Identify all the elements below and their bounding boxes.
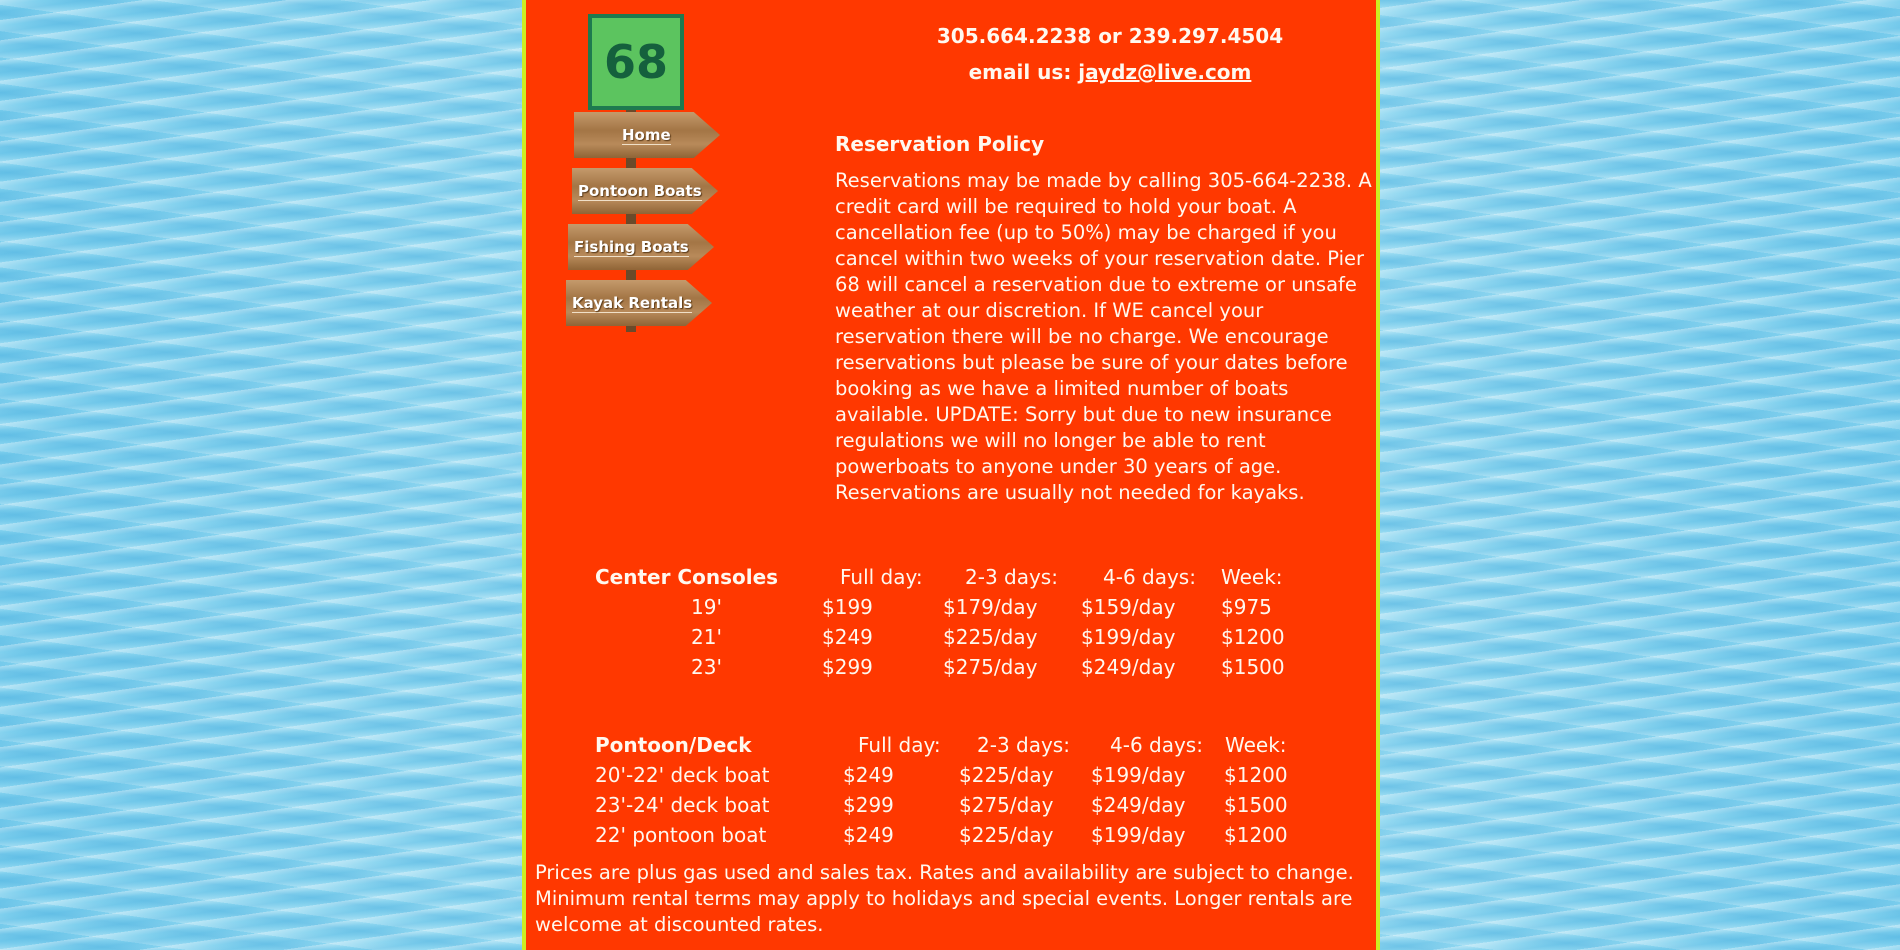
- nav-sign-pontoon-boats[interactable]: Pontoon Boats: [572, 168, 718, 214]
- column-header: 4-6 days:: [1110, 733, 1203, 757]
- table-cell: $299: [822, 655, 873, 679]
- table-title: Pontoon/Deck: [595, 733, 752, 757]
- table-row: 23'-24' deck boat $299 $275/day $249/day…: [595, 793, 1295, 823]
- column-header: Week:: [1221, 565, 1283, 589]
- table-cell: $159/day: [1081, 595, 1176, 619]
- column-header: Full day:: [858, 733, 941, 757]
- nav-sign-kayak-rentals[interactable]: Kayak Rentals: [566, 280, 712, 326]
- column-header: Full day:: [840, 565, 923, 589]
- table-cell: $275/day: [943, 655, 1038, 679]
- table-cell: $199/day: [1091, 763, 1186, 787]
- table-cell: $179/day: [943, 595, 1038, 619]
- column-header: 2-3 days:: [965, 565, 1058, 589]
- table-cell: 23'-24' deck boat: [595, 793, 770, 817]
- center-consoles-table: Center Consoles Full day: 2-3 days: 4-6 …: [595, 565, 1295, 685]
- column-header: 4-6 days:: [1103, 565, 1196, 589]
- table-row: 22' pontoon boat $249 $225/day $199/day …: [595, 823, 1295, 853]
- table-header-row: Center Consoles Full day: 2-3 days: 4-6 …: [595, 565, 1295, 595]
- email-prefix: email us:: [968, 60, 1072, 84]
- column-header: 2-3 days:: [977, 733, 1070, 757]
- table-cell: $199/day: [1081, 625, 1176, 649]
- table-cell: $975: [1221, 595, 1272, 619]
- table-cell: $299: [843, 793, 894, 817]
- table-cell: $1500: [1224, 793, 1288, 817]
- nav-label-kayak-rentals: Kayak Rentals: [572, 293, 693, 313]
- table-cell: $1200: [1224, 763, 1288, 787]
- table-cell: 20'-22' deck boat: [595, 763, 770, 787]
- table-cell: $225/day: [959, 763, 1054, 787]
- table-cell: $225/day: [943, 625, 1038, 649]
- table-cell: $1500: [1221, 655, 1285, 679]
- table-cell: $275/day: [959, 793, 1054, 817]
- table-cell: $249/day: [1091, 793, 1186, 817]
- table-row: 23' $299 $275/day $249/day $1500: [595, 655, 1295, 685]
- reservation-policy-title: Reservation Policy: [835, 132, 1045, 156]
- table-cell: $1200: [1221, 625, 1285, 649]
- table-cell: 21': [691, 625, 722, 649]
- table-cell: $249: [843, 763, 894, 787]
- table-cell: $199: [822, 595, 873, 619]
- column-header: Week:: [1225, 733, 1287, 757]
- table-cell: 23': [691, 655, 722, 679]
- phone-numbers: 305.664.2238 or 239.297.4504: [936, 24, 1284, 48]
- reservation-policy-text: Reservations may be made by calling 305-…: [835, 169, 1372, 504]
- table-cell: $225/day: [959, 823, 1054, 847]
- nav-label-home: Home: [622, 125, 671, 145]
- table-cell: 22' pontoon boat: [595, 823, 767, 847]
- nav-label-fishing-boats: Fishing Boats: [574, 237, 689, 257]
- table-row: 20'-22' deck boat $249 $225/day $199/day…: [595, 763, 1295, 793]
- email-line: email us: jaydz@live.com: [860, 60, 1360, 84]
- nav-label-pontoon-boats: Pontoon Boats: [578, 181, 702, 201]
- table-header-row: Pontoon/Deck Full day: 2-3 days: 4-6 day…: [595, 733, 1295, 763]
- pier-68-logo[interactable]: 68: [588, 14, 684, 110]
- table-cell: $249/day: [1081, 655, 1176, 679]
- nav-sign-fishing-boats[interactable]: Fishing Boats: [568, 224, 714, 270]
- table-cell: $199/day: [1091, 823, 1186, 847]
- table-row: 21' $249 $225/day $199/day $1200: [595, 625, 1295, 655]
- pontoon-deck-table: Pontoon/Deck Full day: 2-3 days: 4-6 day…: [595, 733, 1295, 853]
- table-row: 19' $199 $179/day $159/day $975: [595, 595, 1295, 625]
- email-link[interactable]: jaydz@live.com: [1078, 60, 1251, 84]
- table-cell: $1200: [1224, 823, 1288, 847]
- nav-sign-home[interactable]: Home: [574, 112, 720, 158]
- table-cell: 19': [691, 595, 722, 619]
- table-cell: $249: [843, 823, 894, 847]
- table-title: Center Consoles: [595, 565, 779, 589]
- table-cell: $249: [822, 625, 873, 649]
- pricing-note: Prices are plus gas used and sales tax. …: [535, 861, 1354, 936]
